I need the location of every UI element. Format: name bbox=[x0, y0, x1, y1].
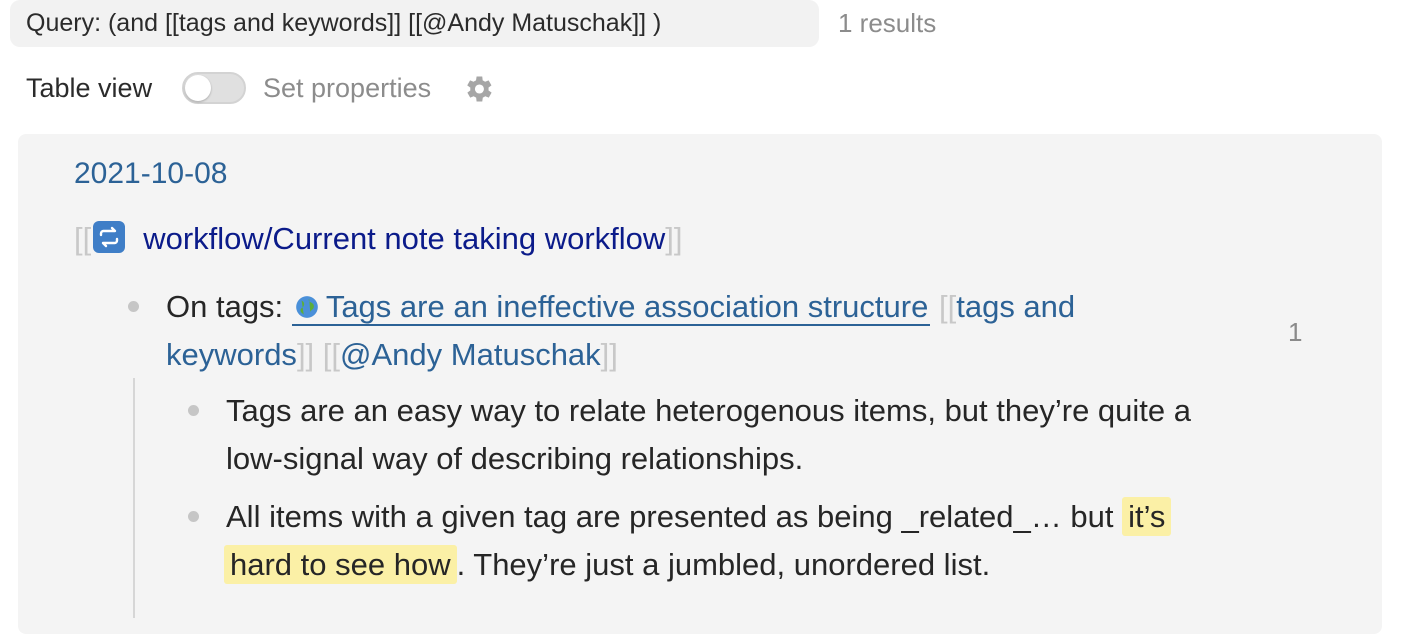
table-view-toggle[interactable] bbox=[182, 72, 246, 104]
results-count: 1 results bbox=[838, 8, 937, 38]
globe-icon bbox=[295, 296, 318, 318]
query-title[interactable]: Query: (and [[tags and keywords]] [[@And… bbox=[10, 0, 819, 47]
query-label: Query: (and [[tags and keywords]] [[@And… bbox=[26, 9, 662, 37]
repeat-icon bbox=[93, 221, 126, 253]
tag-link-tags-and-keywords[interactable]: tags and bbox=[956, 289, 1075, 324]
table-view-label: Table view bbox=[26, 73, 153, 103]
child-line: low-signal way of describing relationshi… bbox=[226, 441, 804, 476]
tag-link-andy-matuschak[interactable]: @Andy Matuschak bbox=[340, 337, 601, 372]
block-content[interactable]: On tags: Tags are an ineffective associa… bbox=[166, 283, 1266, 379]
block-ref-count[interactable]: 1 bbox=[1288, 314, 1302, 350]
child-bullet[interactable] bbox=[188, 511, 199, 522]
tag-open-bracket: [[ bbox=[938, 289, 957, 324]
block-reference-text: Tags are an ineffective association stru… bbox=[325, 289, 929, 324]
child-text: . They’re just a jumbled, unordered list… bbox=[456, 547, 991, 582]
child-block[interactable]: Tags are an easy way to relate heterogen… bbox=[226, 387, 1346, 483]
tag-open-bracket: [[ bbox=[322, 337, 341, 372]
child-line: Tags are an easy way to relate heterogen… bbox=[226, 393, 1192, 428]
block-reference[interactable]: Tags are an ineffective association stru… bbox=[291, 289, 931, 326]
child-text: All items with a given tag are presented… bbox=[226, 499, 1114, 534]
block-bullet[interactable] bbox=[128, 301, 139, 312]
page-reference[interactable]: [[ workflow/Current note taking workflow]… bbox=[74, 216, 683, 262]
block-prefix: On tags: bbox=[166, 289, 284, 324]
gear-icon[interactable] bbox=[461, 72, 495, 106]
child-bullet[interactable] bbox=[188, 405, 199, 416]
child-block[interactable]: All items with a given tag are presented… bbox=[224, 493, 1346, 589]
highlighted-text: hard to see how bbox=[224, 545, 457, 584]
tag-close-bracket: ]] bbox=[600, 337, 618, 372]
toggle-knob bbox=[185, 75, 211, 101]
journal-date-link[interactable]: 2021-10-08 bbox=[74, 152, 227, 196]
tag-link-tags-and-keywords-cont[interactable]: keywords bbox=[166, 337, 297, 372]
highlighted-text: it’s bbox=[1122, 497, 1172, 536]
tag-close-bracket: ]] bbox=[296, 337, 315, 372]
open-bracket: [[ bbox=[74, 221, 92, 256]
page-link-title[interactable]: workflow/Current note taking workflow bbox=[143, 221, 665, 256]
close-bracket: ]] bbox=[665, 221, 683, 256]
set-properties-button[interactable]: Set properties bbox=[263, 68, 431, 108]
children-guide-line[interactable] bbox=[133, 378, 135, 618]
